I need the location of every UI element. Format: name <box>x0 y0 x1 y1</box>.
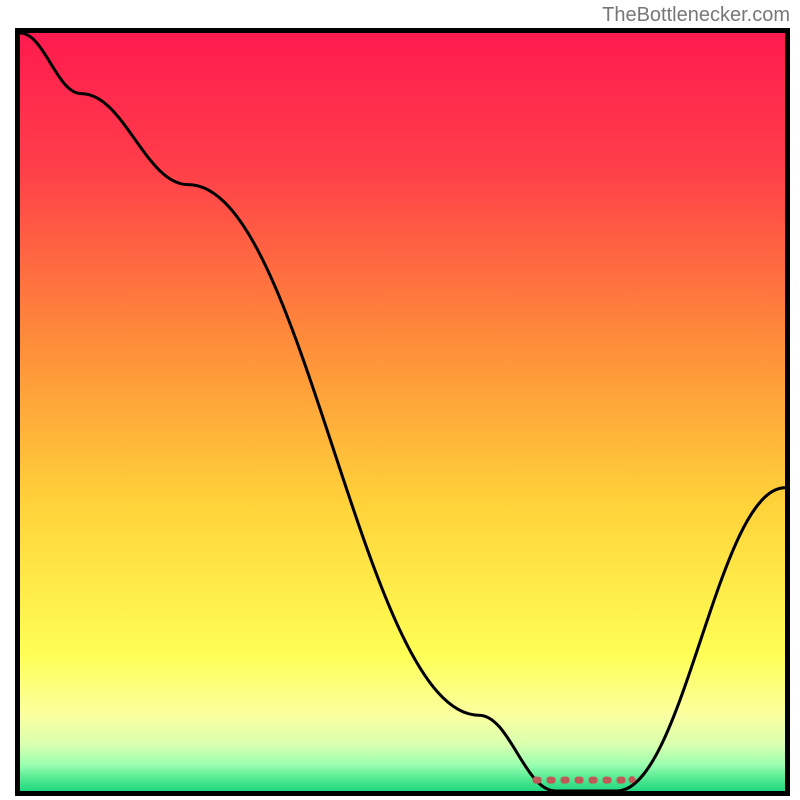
bottleneck-chart <box>20 33 785 791</box>
watermark-text: TheBottlenecker.com <box>602 4 790 27</box>
chart-background <box>20 33 785 791</box>
chart-frame <box>15 28 790 796</box>
